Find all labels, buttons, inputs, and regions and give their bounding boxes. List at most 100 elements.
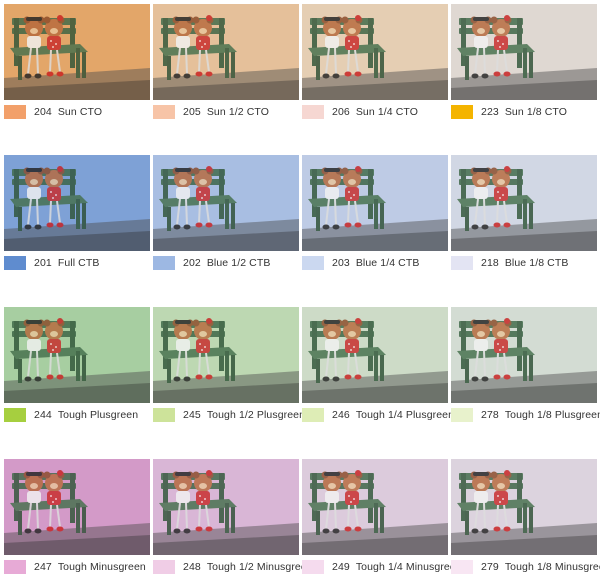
- filter-name: Tough 1/2 Minusgreen: [206, 561, 313, 573]
- filter-swatch: [302, 560, 324, 574]
- filter-caption: 206 Sun 1/4 CTO: [302, 102, 448, 122]
- filter-caption: 245 Tough 1/2 Plusgreen: [153, 405, 305, 425]
- filter-photo: [451, 4, 597, 100]
- filter-swatch: [4, 256, 26, 270]
- filter-tile: 202 Blue 1/2 CTB: [153, 155, 299, 273]
- filter-photo: [451, 155, 597, 251]
- filter-caption: 204 Sun CTO: [4, 102, 150, 122]
- filter-number: 201: [34, 257, 52, 269]
- filter-tile: 223 Sun 1/8 CTO: [451, 4, 597, 122]
- filter-name: Sun 1/8 CTO: [504, 106, 568, 118]
- filter-swatch: [302, 408, 324, 422]
- filter-label: 205 Sun 1/2 CTO: [183, 106, 269, 118]
- filter-label: 204 Sun CTO: [34, 106, 102, 118]
- filter-label: 203 Blue 1/4 CTB: [332, 257, 419, 269]
- filter-tile: 204 Sun CTO: [4, 4, 150, 122]
- filter-name: Blue 1/8 CTB: [504, 257, 569, 269]
- filter-photo: [153, 4, 299, 100]
- filter-photo: [451, 459, 597, 555]
- filter-photo: [4, 155, 150, 251]
- filter-number: 204: [34, 106, 52, 118]
- filter-swatch: [153, 560, 175, 574]
- filter-caption: 203 Blue 1/4 CTB: [302, 253, 448, 273]
- filter-caption: 244 Tough Plusgreen: [4, 405, 150, 425]
- filter-caption: 218 Blue 1/8 CTB: [451, 253, 597, 273]
- filter-swatch: [4, 105, 26, 119]
- filter-photo: [302, 307, 448, 403]
- filter-name: Tough 1/8 Plusgreen: [504, 409, 600, 421]
- filter-number: 246: [332, 409, 350, 421]
- filter-number: 205: [183, 106, 201, 118]
- filter-tile: 205 Sun 1/2 CTO: [153, 4, 299, 122]
- filter-swatch: [451, 560, 473, 574]
- filter-label: 278 Tough 1/8 Plusgreen: [481, 409, 600, 421]
- filter-tile: 201 Full CTB: [4, 155, 150, 273]
- filter-name: Sun 1/2 CTO: [206, 106, 270, 118]
- filter-label: 223 Sun 1/8 CTO: [481, 106, 567, 118]
- filter-label: 218 Blue 1/8 CTB: [481, 257, 568, 269]
- filter-name: Blue 1/2 CTB: [206, 257, 271, 269]
- filter-tile: 203 Blue 1/4 CTB: [302, 155, 448, 273]
- filter-number: 278: [481, 409, 499, 421]
- filter-number: 223: [481, 106, 499, 118]
- filter-photo: [153, 307, 299, 403]
- filter-tile: 247 Tough Minusgreen: [4, 459, 150, 577]
- filter-label: 244 Tough Plusgreen: [34, 409, 138, 421]
- filter-swatch: [451, 408, 473, 422]
- filter-caption: 248 Tough 1/2 Minusgreen: [153, 557, 313, 577]
- filter-photo: [153, 459, 299, 555]
- filter-label: 246 Tough 1/4 Plusgreen: [332, 409, 454, 421]
- filter-number: 218: [481, 257, 499, 269]
- filter-name: Tough 1/4 Plusgreen: [355, 409, 455, 421]
- filter-number: 249: [332, 561, 350, 573]
- filter-photo: [4, 307, 150, 403]
- filter-number: 248: [183, 561, 201, 573]
- filter-label: 247 Tough Minusgreen: [34, 561, 146, 573]
- filter-label: 245 Tough 1/2 Plusgreen: [183, 409, 305, 421]
- filter-tile: 279 Tough 1/8 Minusgreen: [451, 459, 600, 577]
- filter-photo: [302, 4, 448, 100]
- filter-photo: [4, 4, 150, 100]
- filter-swatch: [451, 105, 473, 119]
- filter-number: 279: [481, 561, 499, 573]
- filter-photo: [153, 155, 299, 251]
- filter-caption: 205 Sun 1/2 CTO: [153, 102, 299, 122]
- filter-number: 245: [183, 409, 201, 421]
- filter-name: Tough 1/8 Minusgreen: [504, 561, 600, 573]
- filter-caption: 278 Tough 1/8 Plusgreen: [451, 405, 600, 425]
- filter-label: 279 Tough 1/8 Minusgreen: [481, 561, 600, 573]
- filter-swatch: [302, 105, 324, 119]
- filter-tile: 246 Tough 1/4 Plusgreen: [302, 307, 454, 425]
- filter-photo: [4, 459, 150, 555]
- filter-caption: 223 Sun 1/8 CTO: [451, 102, 597, 122]
- filter-caption: 279 Tough 1/8 Minusgreen: [451, 557, 600, 577]
- filter-number: 203: [332, 257, 350, 269]
- filter-tile: 245 Tough 1/2 Plusgreen: [153, 307, 305, 425]
- filter-name: Tough 1/2 Plusgreen: [206, 409, 306, 421]
- filter-tile: 248 Tough 1/2 Minusgreen: [153, 459, 313, 577]
- filter-label: 206 Sun 1/4 CTO: [332, 106, 418, 118]
- filter-name: Blue 1/4 CTB: [355, 257, 420, 269]
- filter-number: 247: [34, 561, 52, 573]
- filter-swatch: [153, 256, 175, 270]
- filter-tile: 244 Tough Plusgreen: [4, 307, 150, 425]
- filter-caption: 246 Tough 1/4 Plusgreen: [302, 405, 454, 425]
- filter-name: Tough 1/4 Minusgreen: [355, 561, 462, 573]
- filter-name: Full CTB: [57, 257, 100, 269]
- filter-caption: 201 Full CTB: [4, 253, 150, 273]
- filter-photo: [451, 307, 597, 403]
- filter-tile: 278 Tough 1/8 Plusgreen: [451, 307, 600, 425]
- filter-name: Tough Plusgreen: [57, 409, 139, 421]
- filter-tile: 206 Sun 1/4 CTO: [302, 4, 448, 122]
- filter-name: Sun 1/4 CTO: [355, 106, 419, 118]
- filter-name: Tough Minusgreen: [57, 561, 146, 573]
- filter-name: Sun CTO: [57, 106, 103, 118]
- filter-swatch: [451, 256, 473, 270]
- filter-label: 201 Full CTB: [34, 257, 99, 269]
- filter-label: 248 Tough 1/2 Minusgreen: [183, 561, 313, 573]
- filter-number: 202: [183, 257, 201, 269]
- filter-number: 206: [332, 106, 350, 118]
- filter-swatch: [4, 560, 26, 574]
- filter-label: 202 Blue 1/2 CTB: [183, 257, 270, 269]
- filter-tile: 218 Blue 1/8 CTB: [451, 155, 597, 273]
